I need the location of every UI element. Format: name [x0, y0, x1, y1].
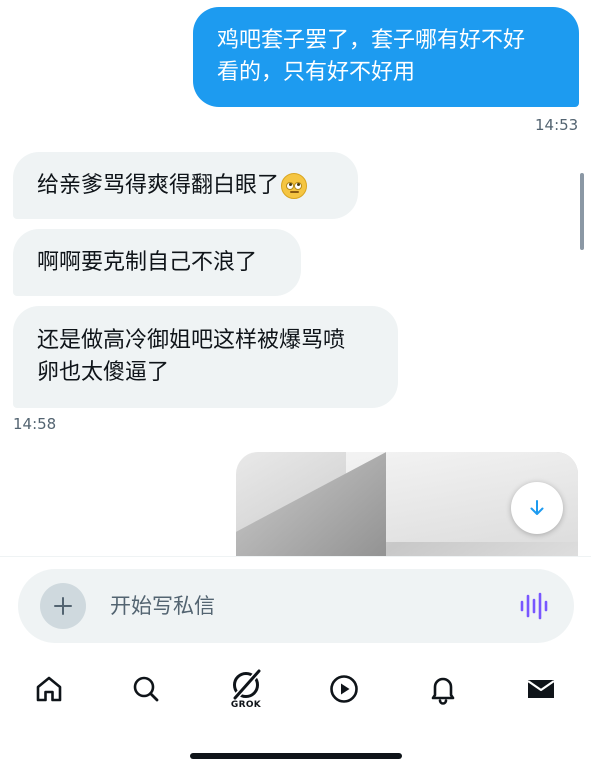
message-timestamp: 14:53	[535, 116, 579, 134]
message-text: 啊啊要克制自己不浪了	[37, 249, 258, 275]
grok-icon	[231, 669, 262, 701]
play-icon	[330, 675, 358, 703]
bottom-tab-bar: GROK	[0, 660, 591, 722]
outgoing-message[interactable]: 鸡吧套子罢了，套子哪有好不好 看的，只有好不好用	[193, 7, 579, 107]
home-indicator[interactable]	[190, 753, 402, 759]
tab-video[interactable]	[322, 666, 366, 712]
voice-waveform-icon	[520, 592, 548, 620]
add-attachment-button[interactable]	[40, 583, 86, 629]
tab-messages[interactable]	[519, 666, 563, 712]
tab-search[interactable]	[124, 666, 168, 712]
composer-bar	[0, 556, 591, 660]
message-input[interactable]	[110, 587, 490, 625]
arrow-down-icon	[530, 500, 544, 515]
message-text: 鸡吧套子罢了，套子哪有好不好 看的，只有好不好用	[217, 28, 526, 85]
home-icon	[36, 676, 62, 702]
plus-icon	[54, 597, 72, 615]
tab-grok[interactable]: GROK	[224, 666, 268, 712]
scroll-to-bottom-button[interactable]	[511, 482, 563, 534]
grok-label: GROK	[230, 700, 262, 710]
image-content	[236, 452, 386, 556]
mail-icon	[527, 680, 555, 698]
incoming-message[interactable]: 还是做高冷御姐吧这样被爆骂喷 卵也太傻逼了	[13, 306, 398, 408]
incoming-message[interactable]: 啊啊要克制自己不浪了	[13, 229, 301, 296]
voice-message-button[interactable]	[518, 591, 550, 621]
message-text: 还是做高冷御姐吧这样被爆骂喷 卵也太傻逼了	[37, 328, 346, 385]
bell-icon	[431, 677, 455, 705]
incoming-message[interactable]: 给亲爹骂得爽得翻白眼了	[13, 152, 358, 219]
face-with-rolling-eyes-icon	[281, 172, 308, 199]
search-icon	[133, 676, 159, 702]
tab-notifications[interactable]	[421, 666, 465, 712]
tab-home[interactable]	[27, 666, 71, 712]
message-text: 给亲爹骂得爽得翻白眼了	[37, 172, 280, 198]
scrollbar-thumb[interactable]	[580, 173, 584, 250]
conversation-thread: 鸡吧套子罢了，套子哪有好不好 看的，只有好不好用 14:53 给亲爹骂得爽得翻白…	[0, 0, 591, 556]
composer	[18, 569, 574, 643]
message-timestamp: 14:58	[13, 415, 57, 433]
